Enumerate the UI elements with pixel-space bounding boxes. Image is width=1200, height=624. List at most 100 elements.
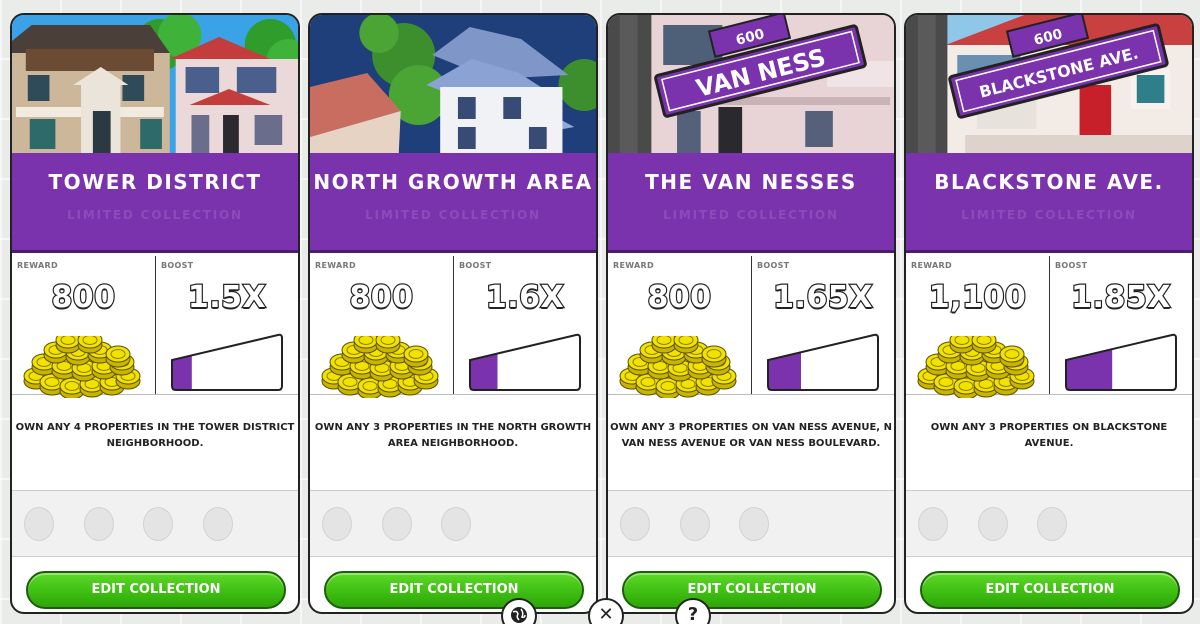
boost-label: BOOST bbox=[1055, 261, 1088, 270]
collection-description: OWN ANY 4 PROPERTIES IN THE TOWER DISTRI… bbox=[12, 396, 298, 491]
description-text: OWN ANY 3 PROPERTIES ON VAN NESS AVENUE,… bbox=[610, 422, 892, 449]
boost-panel: BOOST 1.5X bbox=[155, 256, 298, 394]
property-slots bbox=[310, 491, 596, 557]
property-slots bbox=[12, 491, 298, 557]
property-slot bbox=[24, 507, 54, 541]
collection-title: BLACKSTONE AVE. bbox=[934, 170, 1164, 194]
boost-meter-fill bbox=[172, 355, 192, 390]
property-slot bbox=[441, 507, 471, 541]
reward-value: 800 bbox=[646, 279, 712, 316]
description-text: OWN ANY 3 PROPERTIES ON BLACKSTONE AVENU… bbox=[930, 422, 1168, 449]
stats-panel: REWARD 800 BOOST 1.65X bbox=[608, 256, 894, 398]
coin bbox=[403, 345, 429, 368]
property-slots bbox=[906, 491, 1192, 557]
boost-label: BOOST bbox=[459, 261, 492, 270]
property-slot bbox=[918, 507, 948, 541]
coins-icon bbox=[321, 336, 439, 398]
collection-subtitle: LIMITED COLLECTION bbox=[663, 208, 839, 222]
coin bbox=[353, 336, 379, 354]
card-illustration-mansion bbox=[310, 15, 596, 153]
property-slot bbox=[679, 507, 710, 541]
collection-card-blackstone-ave: BLACKSTONE AVE. 600 BLACKSTONE AVE. LIMI… bbox=[904, 13, 1194, 614]
collection-title: THE VAN NESSES bbox=[645, 170, 857, 194]
coin bbox=[971, 336, 997, 354]
property-slot bbox=[322, 507, 352, 541]
property-slot bbox=[202, 507, 233, 541]
coin bbox=[105, 345, 131, 368]
property-slot bbox=[620, 507, 650, 541]
coins-icon bbox=[917, 336, 1035, 398]
description-text: OWN ANY 3 PROPERTIES IN THE NORTH GROWTH… bbox=[314, 422, 592, 449]
reward-panel: REWARD 800 bbox=[12, 256, 155, 398]
boost-panel: BOOST 1.6X bbox=[453, 256, 596, 394]
collection-subtitle: LIMITED COLLECTION bbox=[961, 208, 1137, 222]
close-icon: ✕ bbox=[598, 604, 614, 624]
boost-meter bbox=[469, 333, 581, 391]
boost-panel: BOOST 1.85X bbox=[1049, 256, 1192, 394]
boost-meter bbox=[767, 333, 879, 391]
coin bbox=[673, 336, 699, 354]
edit-collection-button[interactable]: EDIT COLLECTION bbox=[920, 571, 1180, 609]
collection-description: OWN ANY 3 PROPERTIES ON BLACKSTONE AVENU… bbox=[906, 396, 1192, 491]
title-band: TOWER DISTRICT LIMITED COLLECTION bbox=[12, 153, 298, 253]
stats-panel: REWARD 800 BOOST 1.5X bbox=[12, 256, 298, 398]
description-text: OWN ANY 4 PROPERTIES IN THE TOWER DISTRI… bbox=[15, 422, 295, 449]
coins-icon bbox=[23, 336, 141, 398]
stats-panel: REWARD 800 BOOST 1.6X bbox=[310, 256, 596, 398]
boost-label: BOOST bbox=[757, 261, 790, 270]
reward-value: 1,100 bbox=[928, 279, 1027, 316]
reward-panel: REWARD 1,100 bbox=[906, 256, 1049, 398]
coin bbox=[701, 345, 727, 368]
property-slot bbox=[381, 507, 412, 541]
collection-description: OWN ANY 3 PROPERTIES IN THE NORTH GROWTH… bbox=[310, 396, 596, 491]
card-illustration-houses bbox=[12, 15, 298, 153]
collection-card-tower-district: TOWER DISTRICT LIMITED COLLECTION REWARD… bbox=[10, 13, 300, 614]
reward-label: REWARD bbox=[315, 261, 356, 270]
collection-title: TOWER DISTRICT bbox=[48, 170, 262, 194]
globe-icon bbox=[511, 607, 527, 623]
title-band: NORTH GROWTH AREA LIMITED COLLECTION bbox=[310, 153, 596, 253]
property-slot bbox=[739, 507, 769, 541]
coins-icon bbox=[619, 336, 737, 398]
reward-panel: REWARD 800 bbox=[310, 256, 453, 398]
boost-label: BOOST bbox=[161, 261, 194, 270]
card-illustration-street-sign: BLACKSTONE AVE. 600 bbox=[906, 15, 1192, 153]
coin bbox=[375, 336, 401, 354]
reward-panel: REWARD 800 bbox=[608, 256, 751, 398]
boost-value: 1.6X bbox=[485, 279, 565, 316]
coin bbox=[999, 345, 1025, 368]
coin bbox=[651, 336, 677, 354]
property-slots bbox=[608, 491, 894, 557]
collection-subtitle: LIMITED COLLECTION bbox=[365, 208, 541, 222]
title-band: THE VAN NESSES LIMITED COLLECTION bbox=[608, 153, 894, 253]
stats-panel: REWARD 1,100 BOOST 1.85X bbox=[906, 256, 1192, 398]
collection-description: OWN ANY 3 PROPERTIES ON VAN NESS AVENUE,… bbox=[608, 396, 894, 491]
reward-value: 800 bbox=[50, 279, 116, 316]
boost-meter bbox=[1065, 333, 1177, 391]
card-illustration-street-sign: VAN NESS 600 bbox=[608, 15, 894, 153]
reward-label: REWARD bbox=[17, 261, 58, 270]
collection-title: NORTH GROWTH AREA bbox=[313, 170, 593, 194]
boost-value: 1.65X bbox=[772, 279, 874, 316]
edit-collection-button[interactable]: EDIT COLLECTION bbox=[26, 571, 286, 609]
reward-value: 800 bbox=[348, 279, 414, 316]
boost-panel: BOOST 1.65X bbox=[751, 256, 894, 394]
collection-card-north-growth-area: NORTH GROWTH AREA LIMITED COLLECTION REW… bbox=[308, 13, 598, 614]
coin bbox=[55, 336, 81, 354]
help-icon: ? bbox=[687, 604, 699, 624]
boost-value: 1.85X bbox=[1070, 279, 1172, 316]
boost-value: 1.5X bbox=[187, 279, 267, 316]
collection-subtitle: LIMITED COLLECTION bbox=[67, 208, 243, 222]
boost-meter bbox=[171, 333, 283, 391]
property-slot bbox=[977, 507, 1008, 541]
property-slot bbox=[1037, 507, 1067, 541]
property-slot bbox=[143, 507, 173, 541]
coin bbox=[949, 336, 975, 354]
title-band: BLACKSTONE AVE. LIMITED COLLECTION bbox=[906, 153, 1192, 253]
edit-collection-button[interactable]: EDIT COLLECTION bbox=[324, 571, 584, 609]
coin bbox=[77, 336, 103, 354]
collection-card-the-van-nesses: VAN NESS 600 THE VAN NESSES LIMITED COLL… bbox=[606, 13, 896, 614]
property-slot bbox=[83, 507, 114, 541]
edit-collection-button[interactable]: EDIT COLLECTION bbox=[622, 571, 882, 609]
reward-label: REWARD bbox=[613, 261, 654, 270]
